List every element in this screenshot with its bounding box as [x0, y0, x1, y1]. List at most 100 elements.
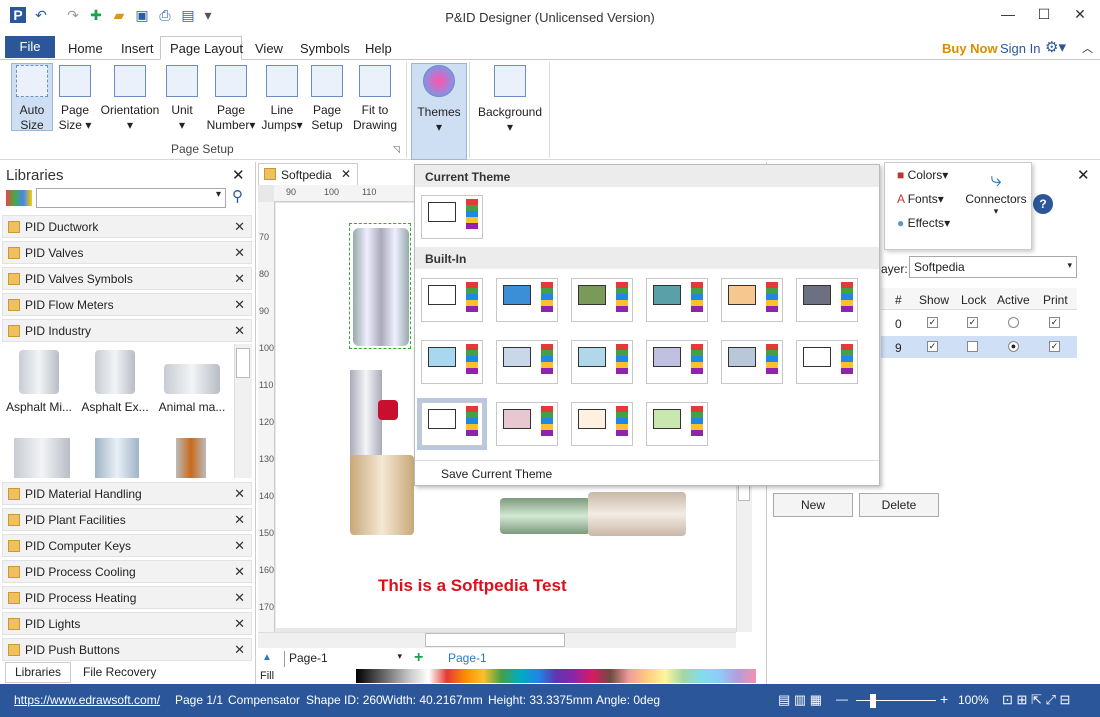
active-radio[interactable] [1008, 317, 1019, 328]
theme-thumbnail[interactable] [571, 402, 633, 446]
lock-checkbox[interactable]: ✓ [967, 317, 978, 328]
remove-icon[interactable]: ✕ [234, 590, 245, 606]
page-setup-button[interactable]: Page Setup [308, 65, 346, 133]
menu-symbols[interactable]: Symbols [300, 41, 350, 56]
theme-thumbnail[interactable] [496, 402, 558, 446]
dialog-launcher-icon[interactable]: ◹ [393, 144, 400, 155]
shape-image[interactable] [176, 438, 206, 478]
theme-thumbnail[interactable] [496, 278, 558, 322]
connectors-button[interactable]: ⤷ Connectors ▾ [963, 169, 1029, 217]
scrollbar-thumb[interactable] [425, 633, 565, 647]
remove-icon[interactable]: ✕ [234, 271, 245, 287]
menu-page-layout[interactable]: Page Layout [170, 41, 243, 56]
library-item[interactable]: PID Flow Meters ✕ [2, 293, 252, 316]
menu-help[interactable]: Help [365, 41, 392, 56]
close-panel-icon[interactable]: ✕ [232, 166, 245, 184]
fit-to-drawing-button[interactable]: Fit to Drawing [350, 65, 400, 133]
library-item[interactable]: PID Valves Symbols ✕ [2, 267, 252, 290]
scrollbar-thumb[interactable] [236, 348, 250, 378]
collapse-ribbon-icon[interactable]: ︿ [1082, 40, 1093, 56]
remove-icon[interactable]: ✕ [234, 616, 245, 632]
document-tab[interactable]: Softpedia ✕ [258, 163, 358, 185]
theme-thumbnail[interactable] [417, 398, 487, 450]
zoom-out-icon[interactable]: — [836, 692, 848, 706]
background-button[interactable]: Background ▾ [476, 65, 544, 135]
page-select[interactable]: Page-1 ▾ [284, 651, 402, 667]
library-item[interactable]: PID Ductwork ✕ [2, 215, 252, 238]
zoom-slider-thumb[interactable] [870, 694, 876, 708]
color-palette[interactable] [356, 669, 756, 683]
shape-tile[interactable]: Animal ma... [157, 350, 227, 414]
print-checkbox[interactable]: ✓ [1049, 341, 1060, 352]
pipe-shape[interactable] [500, 498, 590, 534]
shape-tile[interactable]: Asphalt Mi... [4, 350, 74, 414]
unit-button[interactable]: Unit ▾ [165, 65, 199, 133]
auto-size-button[interactable]: Auto Size [12, 65, 52, 133]
menu-view[interactable]: View [255, 41, 283, 56]
theme-thumbnail[interactable] [646, 278, 708, 322]
theme-thumbnail[interactable] [646, 402, 708, 446]
settings-gear-icon[interactable]: ⚙▾ [1045, 38, 1066, 56]
fit-icons[interactable]: ⊡ ⊞ ⇱ ⤢ ⊟ [1002, 692, 1070, 708]
theme-thumbnail[interactable] [721, 278, 783, 322]
maximize-icon[interactable]: ☐ [1026, 6, 1062, 26]
close-tab-icon[interactable]: ✕ [341, 167, 351, 181]
valve-handle-shape[interactable] [378, 400, 398, 420]
scrollbar-thumb[interactable] [738, 485, 750, 501]
new-layer-button[interactable]: New [773, 493, 853, 517]
remove-icon[interactable]: ✕ [234, 564, 245, 580]
effects-button[interactable]: ● Effects▾ [897, 216, 950, 230]
remove-icon[interactable]: ✕ [234, 297, 245, 313]
library-item[interactable]: PID Process Cooling ✕ [2, 560, 252, 583]
add-page-icon[interactable]: + [414, 649, 423, 667]
zoom-slider[interactable] [856, 700, 936, 701]
library-item[interactable]: PID Material Handling ✕ [2, 482, 252, 505]
library-item[interactable]: PID Process Heating ✕ [2, 586, 252, 609]
library-menu-icon[interactable] [6, 190, 32, 206]
layer-select[interactable]: Softpedia ▾ [909, 256, 1077, 278]
view-icons[interactable]: ▤ ▥ ▦ [778, 692, 822, 708]
library-search-input[interactable]: ▾ [36, 188, 226, 208]
pipe-fitting-shape[interactable] [350, 455, 414, 535]
search-icon[interactable]: ⚲ [232, 187, 243, 205]
page-nav-icon[interactable]: ▲ [262, 652, 272, 663]
compensator-shape[interactable] [353, 228, 409, 346]
shape-image[interactable] [95, 438, 139, 478]
remove-icon[interactable]: ✕ [234, 512, 245, 528]
active-radio[interactable]: ● [1008, 341, 1019, 352]
library-item[interactable]: PID Plant Facilities ✕ [2, 508, 252, 531]
lock-checkbox[interactable] [967, 341, 978, 352]
help-icon[interactable]: ? [1033, 194, 1053, 214]
delete-layer-button[interactable]: Delete [859, 493, 939, 517]
theme-thumbnail[interactable] [796, 278, 858, 322]
theme-thumbnail[interactable] [646, 340, 708, 384]
line-jumps-button[interactable]: Line Jumps▾ [260, 65, 304, 133]
theme-thumbnail[interactable] [721, 340, 783, 384]
library-item[interactable]: PID Computer Keys ✕ [2, 534, 252, 557]
library-item[interactable]: PID Valves ✕ [2, 241, 252, 264]
remove-icon[interactable]: ✕ [234, 642, 245, 658]
library-item[interactable]: PID Lights ✕ [2, 612, 252, 635]
menu-insert[interactable]: Insert [121, 41, 154, 56]
buy-now-link[interactable]: Buy Now [942, 41, 998, 56]
shape-image[interactable] [14, 438, 70, 478]
remove-icon[interactable]: ✕ [234, 245, 245, 261]
library-item[interactable]: PID Industry ✕ [2, 319, 252, 342]
test-text[interactable]: This is a Softpedia Test [378, 576, 567, 596]
sign-in-link[interactable]: Sign In [1000, 41, 1040, 56]
show-checkbox[interactable]: ✓ [927, 341, 938, 352]
pipe-shape[interactable] [588, 492, 686, 536]
theme-thumbnail[interactable] [571, 340, 633, 384]
close-icon[interactable]: ✕ [1062, 6, 1098, 26]
tab-libraries[interactable]: Libraries [5, 662, 71, 683]
colors-button[interactable]: ■ Colors▾ [897, 168, 948, 182]
theme-thumbnail[interactable] [571, 278, 633, 322]
menu-home[interactable]: Home [68, 41, 103, 56]
remove-icon[interactable]: ✕ [234, 486, 245, 502]
remove-icon[interactable]: ✕ [234, 219, 245, 235]
show-checkbox[interactable]: ✓ [927, 317, 938, 328]
layer-row-selected[interactable] [881, 336, 1077, 358]
theme-thumbnail[interactable] [796, 340, 858, 384]
theme-thumbnail[interactable] [421, 340, 483, 384]
theme-thumbnail[interactable] [496, 340, 558, 384]
